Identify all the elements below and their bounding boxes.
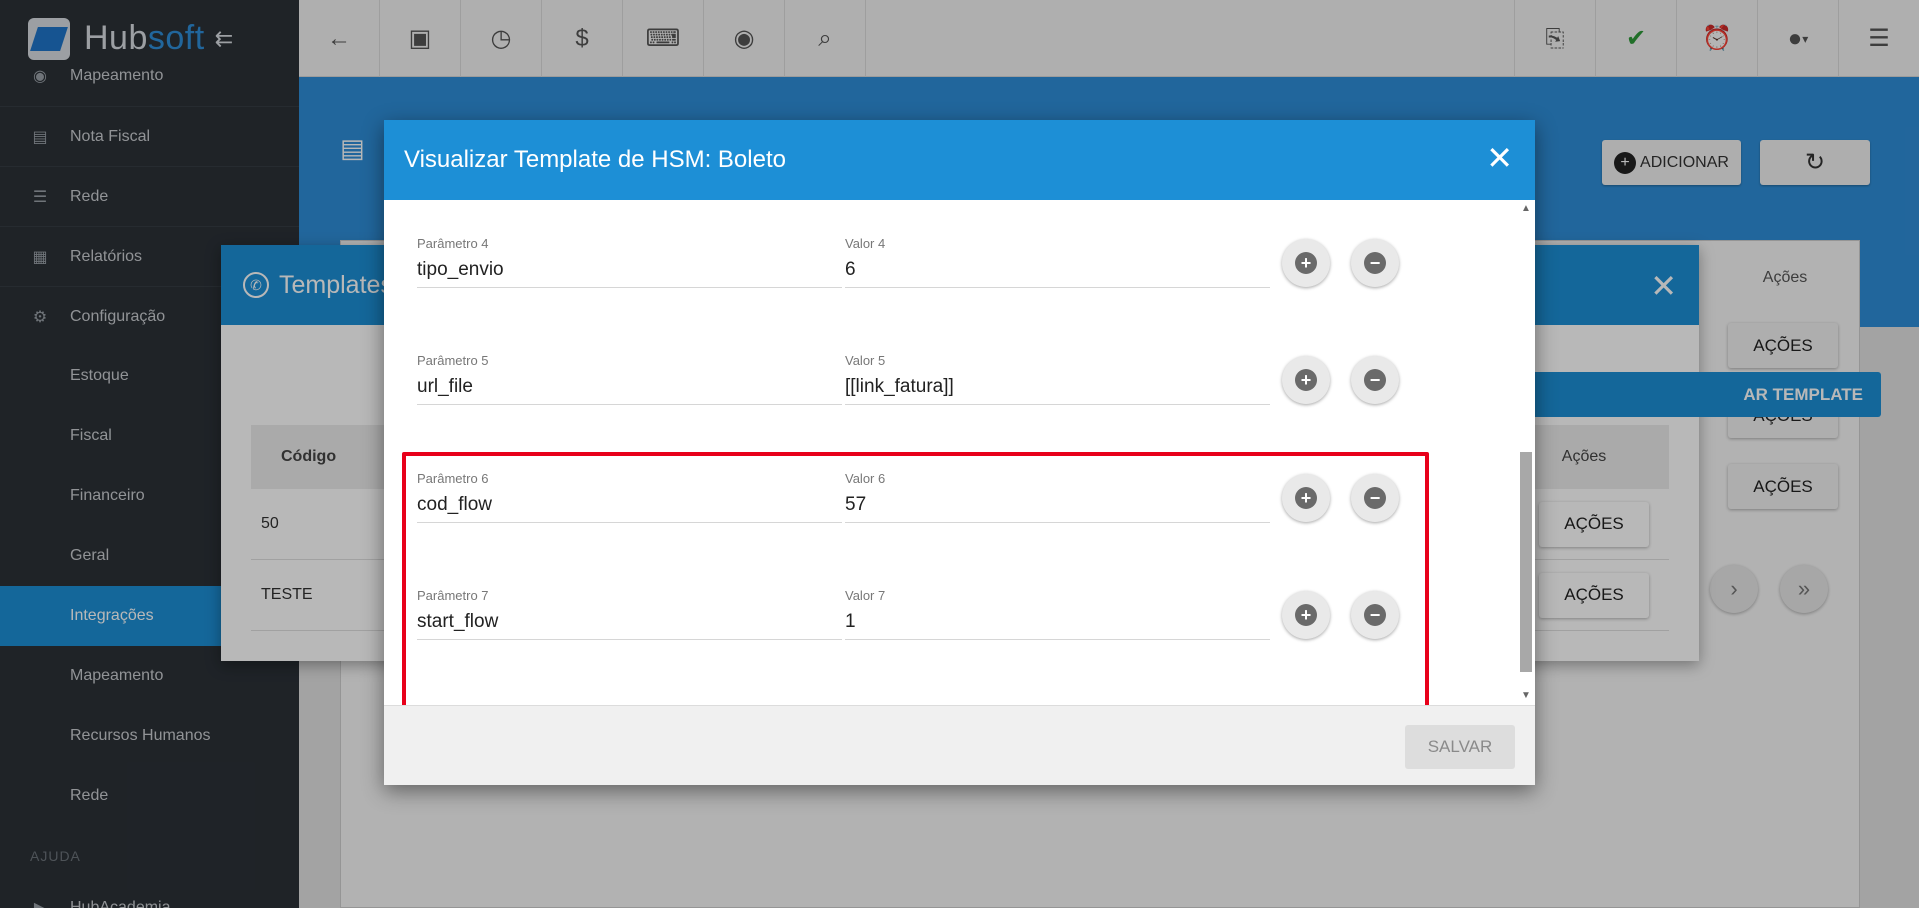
param-field-4[interactable]: Parâmetro 4 tipo_envio bbox=[417, 236, 842, 288]
scrollbar-thumb[interactable] bbox=[1520, 452, 1532, 672]
value-field-7[interactable]: Valor 7 1 bbox=[845, 588, 1270, 640]
param-row-6: Parâmetro 6 cod_flow Valor 6 57 + − bbox=[384, 471, 1514, 571]
add-param-button[interactable]: + bbox=[1282, 474, 1330, 522]
param-field-6[interactable]: Parâmetro 6 cod_flow bbox=[417, 471, 842, 523]
hsm-template-modal: Visualizar Template de HSM: Boleto ✕ Par… bbox=[384, 120, 1535, 785]
add-param-button[interactable]: + bbox=[1282, 591, 1330, 639]
remove-param-button[interactable]: − bbox=[1351, 356, 1399, 404]
param-row-4: Parâmetro 4 tipo_envio Valor 4 6 + − bbox=[384, 236, 1514, 336]
plus-icon: + bbox=[1295, 487, 1317, 509]
hsm-modal-header: Visualizar Template de HSM: Boleto bbox=[384, 120, 1535, 200]
hsm-modal-title: Visualizar Template de HSM: Boleto bbox=[404, 146, 786, 173]
value-field-5[interactable]: Valor 5 [[link_fatura]] bbox=[845, 353, 1270, 405]
param-field-7[interactable]: Parâmetro 7 start_flow bbox=[417, 588, 842, 640]
scrollbar[interactable]: ▲ ▼ bbox=[1519, 202, 1533, 703]
add-param-button[interactable]: + bbox=[1282, 356, 1330, 404]
scroll-down-arrow-icon[interactable]: ▼ bbox=[1519, 689, 1533, 703]
remove-param-button[interactable]: − bbox=[1351, 239, 1399, 287]
value-field-6[interactable]: Valor 6 57 bbox=[845, 471, 1270, 523]
scroll-up-arrow-icon[interactable]: ▲ bbox=[1519, 202, 1533, 216]
remove-param-button[interactable]: − bbox=[1351, 591, 1399, 639]
plus-icon: + bbox=[1295, 252, 1317, 274]
minus-icon: − bbox=[1364, 369, 1386, 391]
hsm-modal-footer: SALVAR bbox=[384, 705, 1535, 785]
remove-param-button[interactable]: − bbox=[1351, 474, 1399, 522]
param-row-5: Parâmetro 5 url_file Valor 5 [[link_fatu… bbox=[384, 353, 1514, 453]
param-row-7: Parâmetro 7 start_flow Valor 7 1 + − bbox=[384, 588, 1514, 688]
minus-icon: − bbox=[1364, 252, 1386, 274]
minus-icon: − bbox=[1364, 487, 1386, 509]
value-field-4[interactable]: Valor 4 6 bbox=[845, 236, 1270, 288]
plus-icon: + bbox=[1295, 604, 1317, 626]
hsm-close-icon[interactable]: ✕ bbox=[1486, 142, 1513, 174]
add-param-button[interactable]: + bbox=[1282, 239, 1330, 287]
save-button[interactable]: SALVAR bbox=[1405, 725, 1515, 769]
minus-icon: − bbox=[1364, 604, 1386, 626]
hsm-modal-body: Parâmetro 4 tipo_envio Valor 4 6 + − Par… bbox=[384, 200, 1535, 705]
param-field-5[interactable]: Parâmetro 5 url_file bbox=[417, 353, 842, 405]
plus-icon: + bbox=[1295, 369, 1317, 391]
